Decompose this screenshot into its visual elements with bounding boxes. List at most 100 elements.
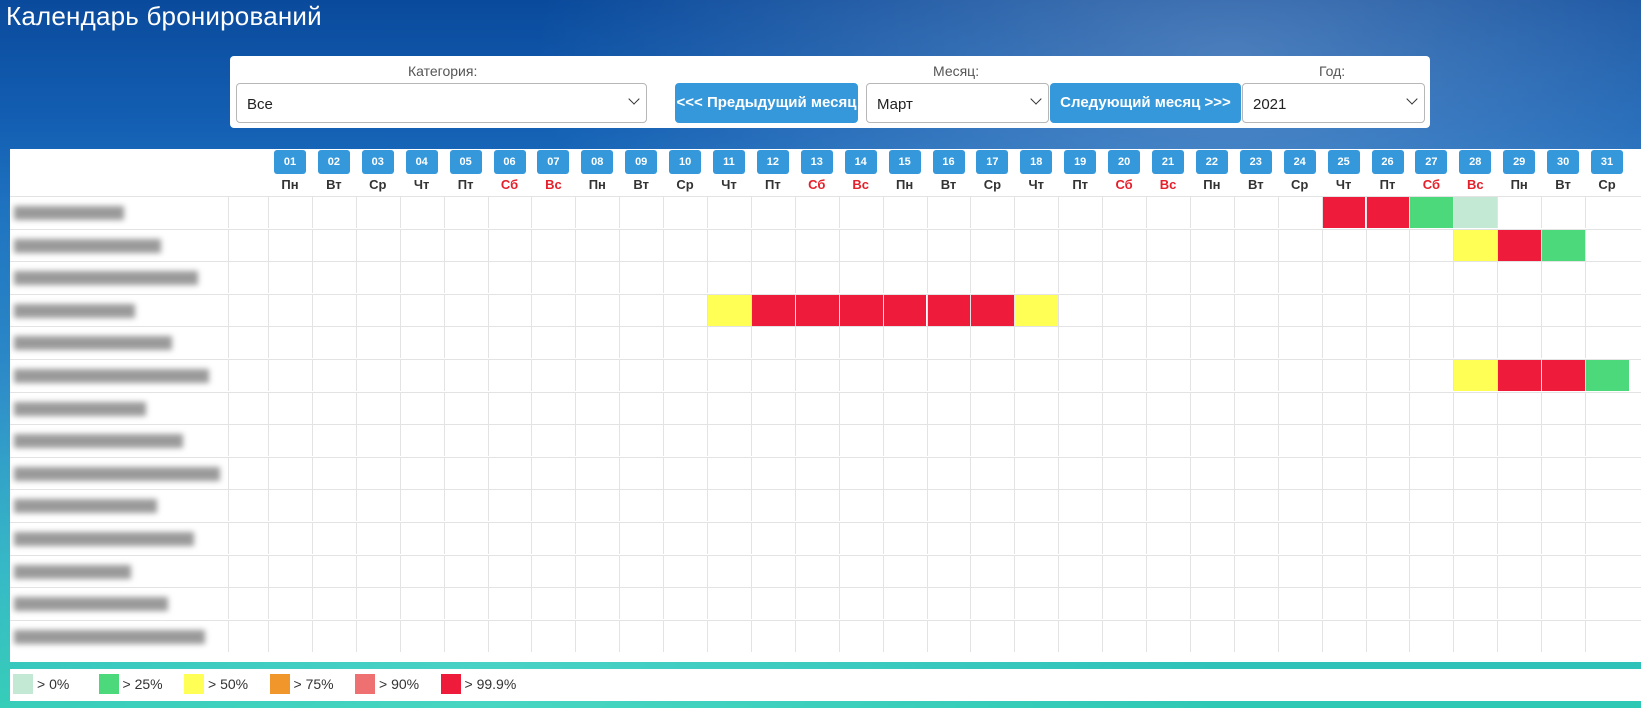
booked-day-cell[interactable] [970, 294, 1015, 326]
day-cell[interactable] [794, 262, 839, 294]
day-number-badge[interactable]: 16 [932, 150, 965, 174]
day-cell[interactable] [399, 197, 444, 228]
day-cell[interactable] [1541, 425, 1585, 457]
day-cell[interactable] [1102, 327, 1146, 359]
day-cell[interactable] [1409, 555, 1453, 587]
day-cell[interactable] [1321, 294, 1366, 326]
day-cell[interactable] [443, 588, 488, 620]
day-cell[interactable] [1453, 457, 1497, 489]
day-cell[interactable] [794, 392, 839, 424]
booked-day-cell[interactable] [707, 294, 751, 326]
day-cell[interactable] [1277, 360, 1322, 391]
day-cell[interactable] [1014, 392, 1058, 424]
day-cell[interactable] [1146, 197, 1190, 228]
day-cell[interactable] [838, 229, 883, 261]
day-cell[interactable] [531, 294, 575, 326]
day-cell[interactable] [1102, 392, 1146, 424]
day-cell[interactable] [1058, 327, 1102, 359]
booked-day-cell[interactable] [838, 294, 883, 326]
day-cell[interactable] [1409, 360, 1453, 391]
day-cell[interactable] [1146, 523, 1190, 554]
day-cell[interactable] [487, 555, 532, 587]
day-cell[interactable] [1277, 392, 1322, 424]
day-cell[interactable] [794, 360, 839, 391]
day-cell[interactable] [707, 229, 751, 261]
day-cell[interactable] [1277, 620, 1322, 652]
day-cell[interactable] [750, 425, 795, 457]
day-cell[interactable] [707, 262, 751, 294]
day-cell[interactable] [355, 294, 400, 326]
day-cell[interactable] [926, 620, 971, 652]
day-cell[interactable] [1102, 294, 1146, 326]
day-cell[interactable] [1102, 197, 1146, 228]
day-cell[interactable] [1233, 262, 1278, 294]
day-number-badge[interactable]: 01 [274, 150, 306, 174]
day-cell[interactable] [794, 555, 839, 587]
day-cell[interactable] [531, 327, 575, 359]
day-cell[interactable] [1189, 620, 1234, 652]
day-cell[interactable] [663, 197, 707, 228]
day-cell[interactable] [707, 555, 751, 587]
day-cell[interactable] [1189, 523, 1234, 554]
day-cell[interactable] [1497, 262, 1541, 294]
day-cell[interactable] [1497, 620, 1541, 652]
day-cell[interactable] [311, 523, 356, 554]
day-cell[interactable] [1585, 523, 1629, 554]
day-cell[interactable] [1453, 490, 1497, 522]
day-cell[interactable] [268, 294, 312, 326]
day-cell[interactable] [1014, 523, 1058, 554]
day-cell[interactable] [268, 327, 312, 359]
day-cell[interactable] [1233, 425, 1278, 457]
day-cell[interactable] [1014, 555, 1058, 587]
day-cell[interactable] [970, 229, 1014, 261]
day-cell[interactable] [619, 490, 663, 522]
day-cell[interactable] [926, 229, 971, 261]
day-cell[interactable] [970, 197, 1014, 228]
day-cell[interactable] [970, 392, 1014, 424]
day-cell[interactable] [1409, 229, 1453, 261]
day-cell[interactable] [1058, 229, 1102, 261]
day-cell[interactable] [1189, 262, 1234, 294]
day-cell[interactable] [268, 457, 312, 489]
day-cell[interactable] [1014, 490, 1058, 522]
day-cell[interactable] [1146, 327, 1190, 359]
day-number-badge[interactable]: 02 [317, 150, 350, 174]
day-cell[interactable] [355, 327, 400, 359]
booked-day-cell[interactable] [1365, 197, 1410, 228]
day-cell[interactable] [750, 262, 795, 294]
day-cell[interactable] [1233, 392, 1278, 424]
day-cell[interactable] [1233, 229, 1278, 261]
day-cell[interactable] [1277, 229, 1322, 261]
day-cell[interactable] [1277, 425, 1322, 457]
day-cell[interactable] [1409, 523, 1453, 554]
day-cell[interactable] [1014, 360, 1058, 391]
day-cell[interactable] [970, 327, 1014, 359]
day-cell[interactable] [487, 425, 532, 457]
day-cell[interactable] [311, 327, 356, 359]
day-cell[interactable] [575, 425, 619, 457]
day-cell[interactable] [311, 555, 356, 587]
day-cell[interactable] [1189, 327, 1234, 359]
day-cell[interactable] [443, 490, 488, 522]
day-cell[interactable] [970, 588, 1014, 620]
booked-day-cell[interactable] [1497, 360, 1542, 391]
day-cell[interactable] [1585, 262, 1629, 294]
day-cell[interactable] [707, 457, 751, 489]
day-cell[interactable] [750, 197, 795, 228]
day-cell[interactable] [399, 555, 444, 587]
day-cell[interactable] [1058, 555, 1102, 587]
day-cell[interactable] [663, 523, 707, 554]
day-cell[interactable] [1365, 392, 1410, 424]
day-cell[interactable] [1321, 457, 1366, 489]
day-cell[interactable] [1585, 294, 1629, 326]
day-cell[interactable] [926, 490, 971, 522]
day-cell[interactable] [1541, 327, 1585, 359]
day-cell[interactable] [311, 262, 356, 294]
day-number-badge[interactable]: 10 [669, 150, 702, 174]
day-cell[interactable] [1365, 360, 1410, 391]
day-cell[interactable] [575, 523, 619, 554]
day-cell[interactable] [1497, 457, 1541, 489]
day-cell[interactable] [1146, 262, 1190, 294]
day-cell[interactable] [882, 457, 927, 489]
day-cell[interactable] [531, 457, 575, 489]
